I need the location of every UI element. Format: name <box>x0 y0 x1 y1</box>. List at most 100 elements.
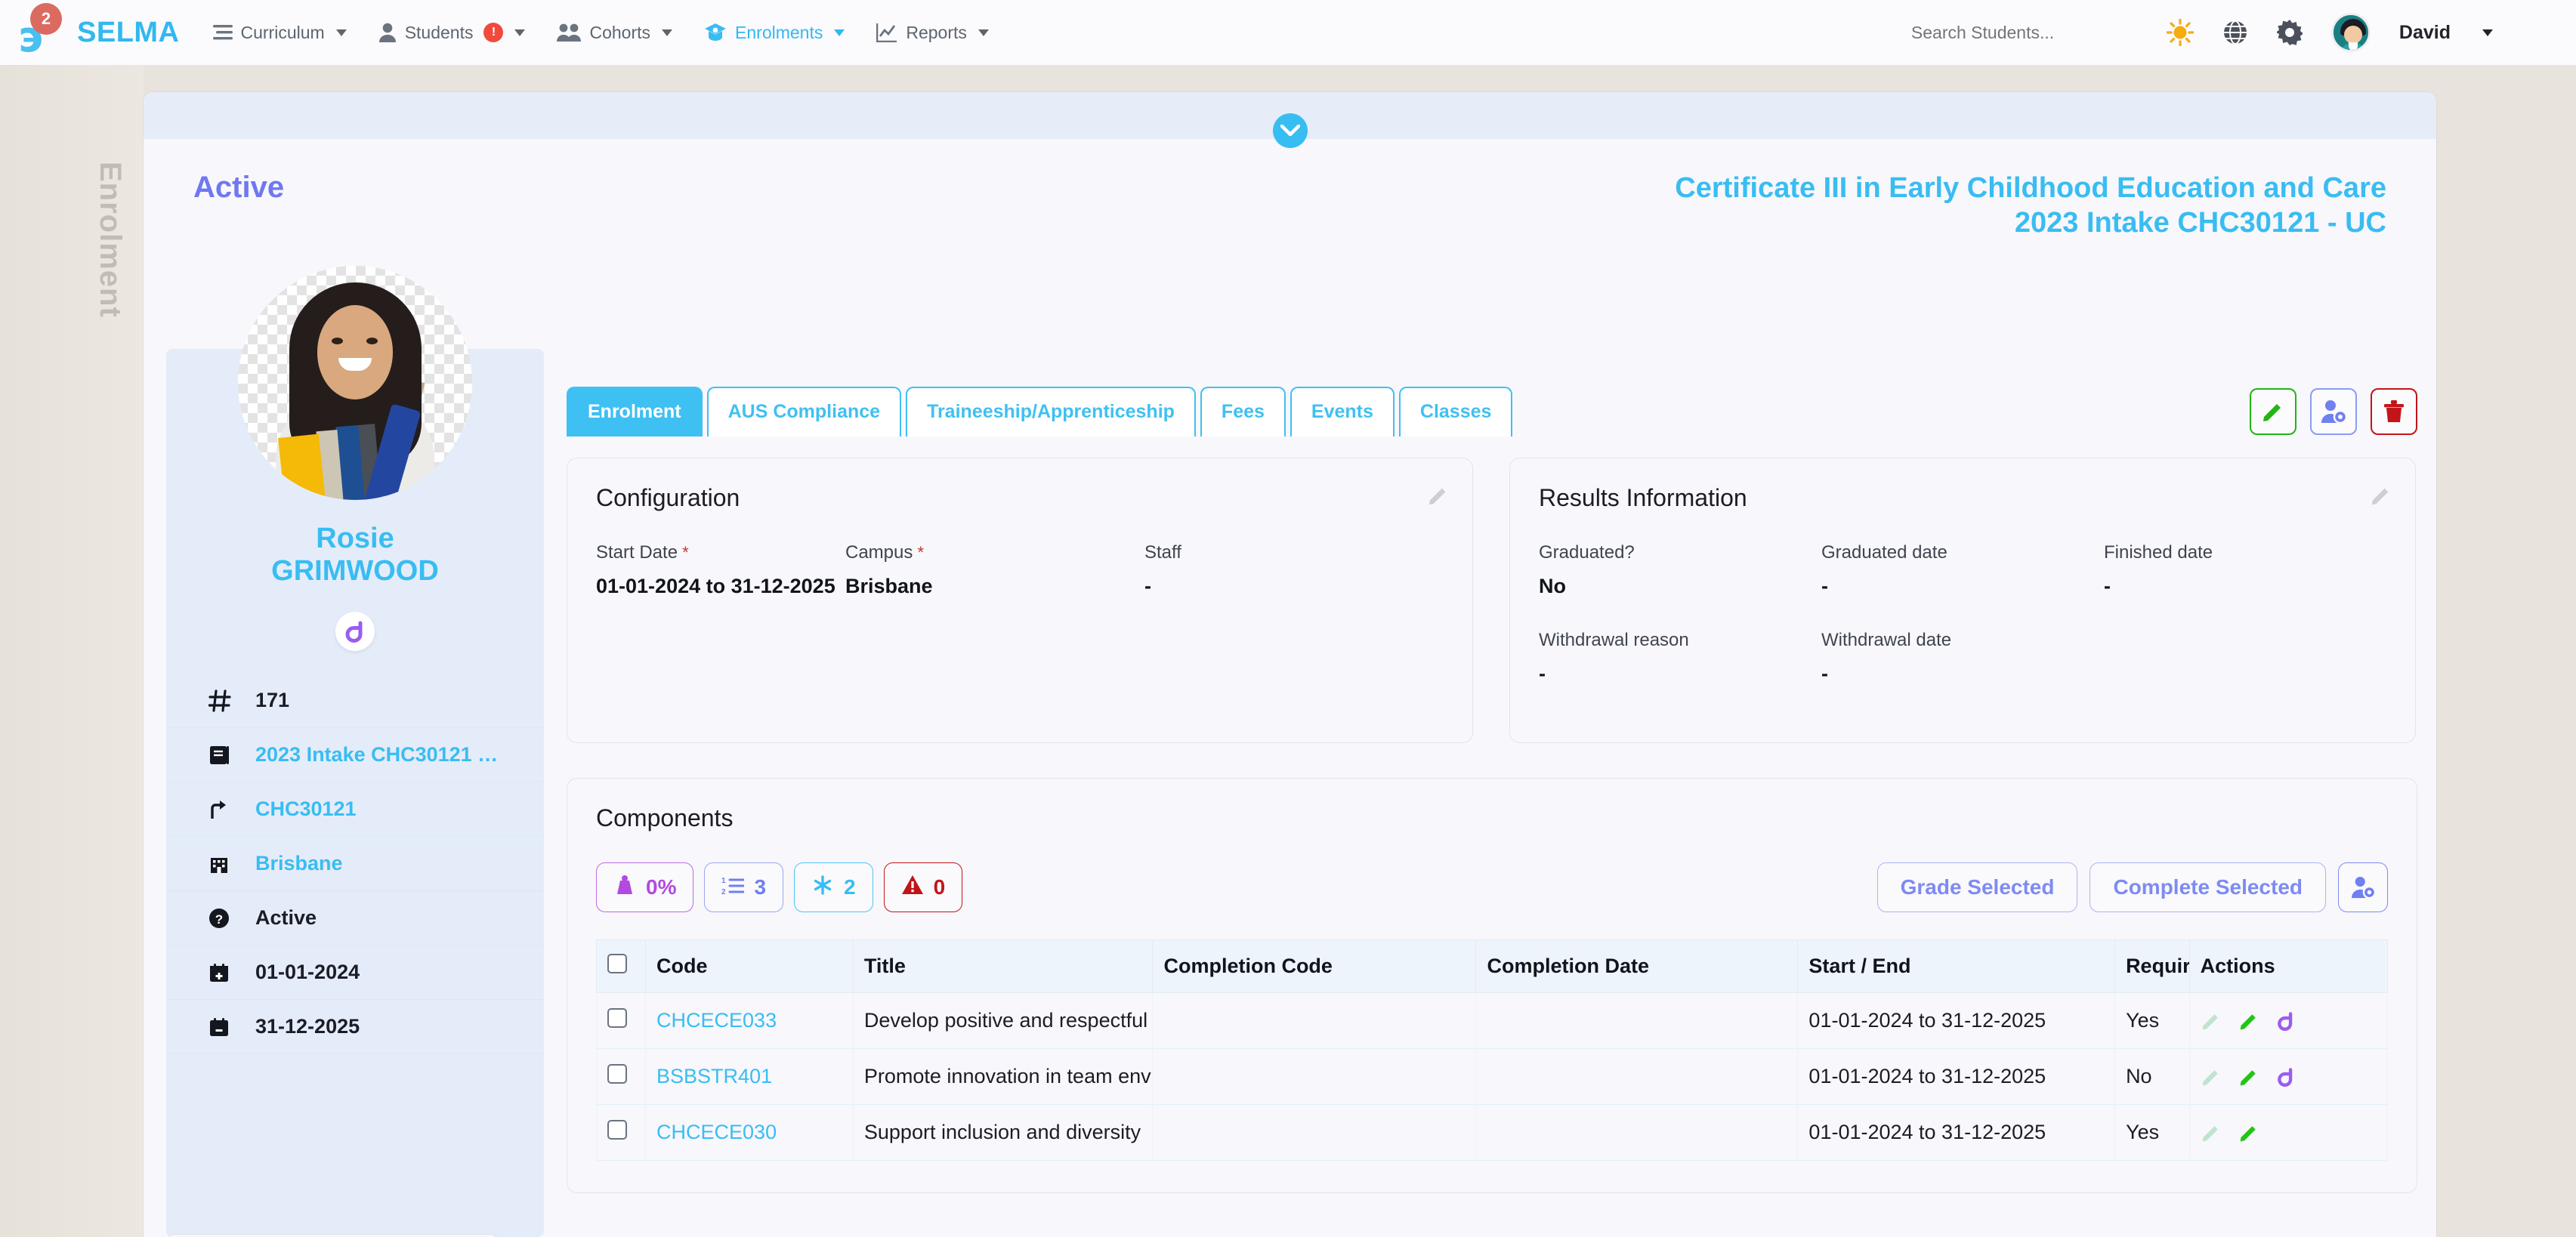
meta-row-campus[interactable]: Brisbane <box>166 837 544 891</box>
logo-mark-icon[interactable] <box>2276 1011 2296 1031</box>
cell-required: No <box>2114 1048 2190 1105</box>
weight-icon <box>613 874 636 902</box>
cell-completion-date <box>1475 992 1799 1049</box>
column-header-completion-date[interactable]: Completion Date <box>1475 939 1799 993</box>
column-header-completion-code[interactable]: Completion Code <box>1152 939 1477 993</box>
select-all-checkbox[interactable] <box>607 954 627 973</box>
logo-mark-icon[interactable] <box>2276 1067 2296 1087</box>
nav-item-students[interactable]: Students ! <box>378 23 526 43</box>
nav-label-enrolments: Enrolments <box>735 22 823 42</box>
results-fields-row2: Withdrawal reason - Withdrawal date - <box>1539 630 2386 687</box>
components-card: Components 0% 12 3 2 0 Grade Selected Co… <box>567 778 2417 1193</box>
column-header-title[interactable]: Title <box>852 939 1154 993</box>
field-label-graduated-date: Graduated date <box>1821 542 1947 563</box>
components-table-body: CHCECE033 Develop positive and respectfu… <box>595 992 2389 1161</box>
enrolment-panel: Active Certificate III in Early Childhoo… <box>144 92 2436 1237</box>
tab-events[interactable]: Events <box>1290 387 1395 436</box>
table-header-row: Code Title Completion Code Completion Da… <box>595 939 2389 993</box>
nav-item-cohorts[interactable]: Cohorts <box>557 23 673 43</box>
row-checkbox[interactable] <box>607 1120 627 1140</box>
meta-row-intake[interactable]: 2023 Intake CHC30121 … <box>166 728 544 782</box>
nav-item-curriculum[interactable]: Curriculum <box>212 23 347 43</box>
meta-row-end-date: 31-12-2025 <box>166 1000 544 1054</box>
meta-value-campus[interactable]: Brisbane <box>255 852 343 875</box>
chip-component-count[interactable]: 12 3 <box>704 862 784 912</box>
panel-top-bar <box>144 92 2436 148</box>
student-name: Rosie GRIMWOOD <box>166 523 544 587</box>
grade-selected-button[interactable]: Grade Selected <box>1876 862 2078 912</box>
field-spacer <box>2104 630 2386 687</box>
cell-completion-code <box>1152 992 1477 1049</box>
component-code-link[interactable]: BSBSTR401 <box>656 1065 772 1087</box>
photo-eye-left <box>332 338 343 344</box>
avatar[interactable] <box>2330 13 2371 52</box>
column-header-start-end[interactable]: Start / End <box>1797 939 2116 993</box>
tab-traineeship-apprenticeship[interactable]: Traineeship/Apprenticeship <box>906 387 1196 436</box>
student-first-name: Rosie <box>316 523 394 554</box>
row-checkbox[interactable] <box>607 1008 627 1028</box>
column-header-required[interactable]: Required <box>2114 939 2190 993</box>
delete-enrolment-button[interactable] <box>2371 388 2417 435</box>
nav-item-reports[interactable]: Reports <box>876 23 989 43</box>
field-value-campus: Brisbane <box>845 575 933 597</box>
field-value-staff: - <box>1144 575 1151 597</box>
edit-enrolment-button[interactable] <box>2250 388 2296 435</box>
pencil-light-icon[interactable] <box>2201 1010 2222 1032</box>
cell-actions <box>2188 1104 2389 1161</box>
field-graduated: Graduated? No <box>1539 542 1821 600</box>
tab-enrolment[interactable]: Enrolment <box>567 387 703 436</box>
globe-icon[interactable] <box>2222 20 2248 45</box>
select-all-header <box>595 939 647 993</box>
component-code-link[interactable]: CHCECE033 <box>656 1009 777 1032</box>
manage-user-button[interactable] <box>2310 388 2357 435</box>
row-checkbox[interactable] <box>607 1064 627 1084</box>
chevron-down-icon <box>514 29 526 36</box>
column-header-code[interactable]: Code <box>645 939 854 993</box>
chip-required-count[interactable]: 2 <box>794 862 873 912</box>
cell-code: BSBSTR401 <box>645 1048 854 1105</box>
chip-warning-count[interactable]: 0 <box>883 862 963 912</box>
field-value-graduated-date: - <box>1821 575 1828 597</box>
meta-value-course-code[interactable]: CHC30121 <box>255 797 357 821</box>
chip-progress[interactable]: 0% <box>596 862 694 912</box>
logo-notification-badge[interactable]: 2 <box>30 3 62 35</box>
cell-completion-date <box>1475 1048 1799 1105</box>
meta-row-course-code[interactable]: CHC30121 <box>166 782 544 837</box>
nav-item-enrolments[interactable]: Enrolments <box>704 22 845 43</box>
row-select-cell <box>595 992 647 1049</box>
chevron-down-icon[interactable] <box>2482 29 2493 36</box>
pencil-light-icon[interactable] <box>2201 1066 2222 1087</box>
assign-staff-button[interactable] <box>2338 862 2388 912</box>
student-photo[interactable] <box>238 266 472 500</box>
cell-title: Promote innovation in team environments <box>852 1048 1154 1105</box>
pencil-green-icon[interactable] <box>2238 1122 2259 1143</box>
app-logo[interactable]: є 2 <box>0 0 69 65</box>
edit-results-button[interactable] <box>2370 484 2392 511</box>
component-code-link[interactable]: CHCECE030 <box>656 1121 777 1143</box>
students-alert-badge[interactable]: ! <box>483 23 504 42</box>
sun-icon[interactable] <box>2166 19 2194 46</box>
page-title-row: Active Certificate III in Early Childhoo… <box>144 139 2436 241</box>
pencil-green-icon[interactable] <box>2238 1010 2259 1032</box>
pencil-light-icon[interactable] <box>2201 1122 2222 1143</box>
user-menu-label[interactable]: David <box>2399 22 2451 44</box>
collapse-toggle-button[interactable] <box>1272 113 1308 148</box>
column-header-actions: Actions <box>2188 939 2389 993</box>
pencil-green-icon[interactable] <box>2238 1066 2259 1087</box>
tab-classes[interactable]: Classes <box>1398 387 1513 436</box>
complete-selected-button[interactable]: Complete Selected <box>2090 862 2326 912</box>
tab-aus-compliance[interactable]: AUS Compliance <box>706 387 902 436</box>
cell-code: CHCECE033 <box>645 992 854 1049</box>
field-label-withdrawal-date: Withdrawal date <box>1821 630 1952 651</box>
tab-fees[interactable]: Fees <box>1200 387 1286 436</box>
gear-icon[interactable] <box>2276 20 2303 45</box>
avatar-collar <box>2348 42 2358 50</box>
search-input[interactable] <box>1910 22 2138 43</box>
edit-configuration-button[interactable] <box>1427 484 1450 511</box>
photo-book-1 <box>278 433 326 500</box>
row-actions <box>2201 1010 2377 1032</box>
cell-start-end: 01-01-2024 to 31-12-2025 <box>1797 992 2116 1049</box>
meta-value-start-date: 01-01-2024 <box>255 961 360 983</box>
components-table-head: Code Title Completion Code Completion Da… <box>595 939 2389 993</box>
meta-value-intake[interactable]: 2023 Intake CHC30121 … <box>255 743 498 767</box>
